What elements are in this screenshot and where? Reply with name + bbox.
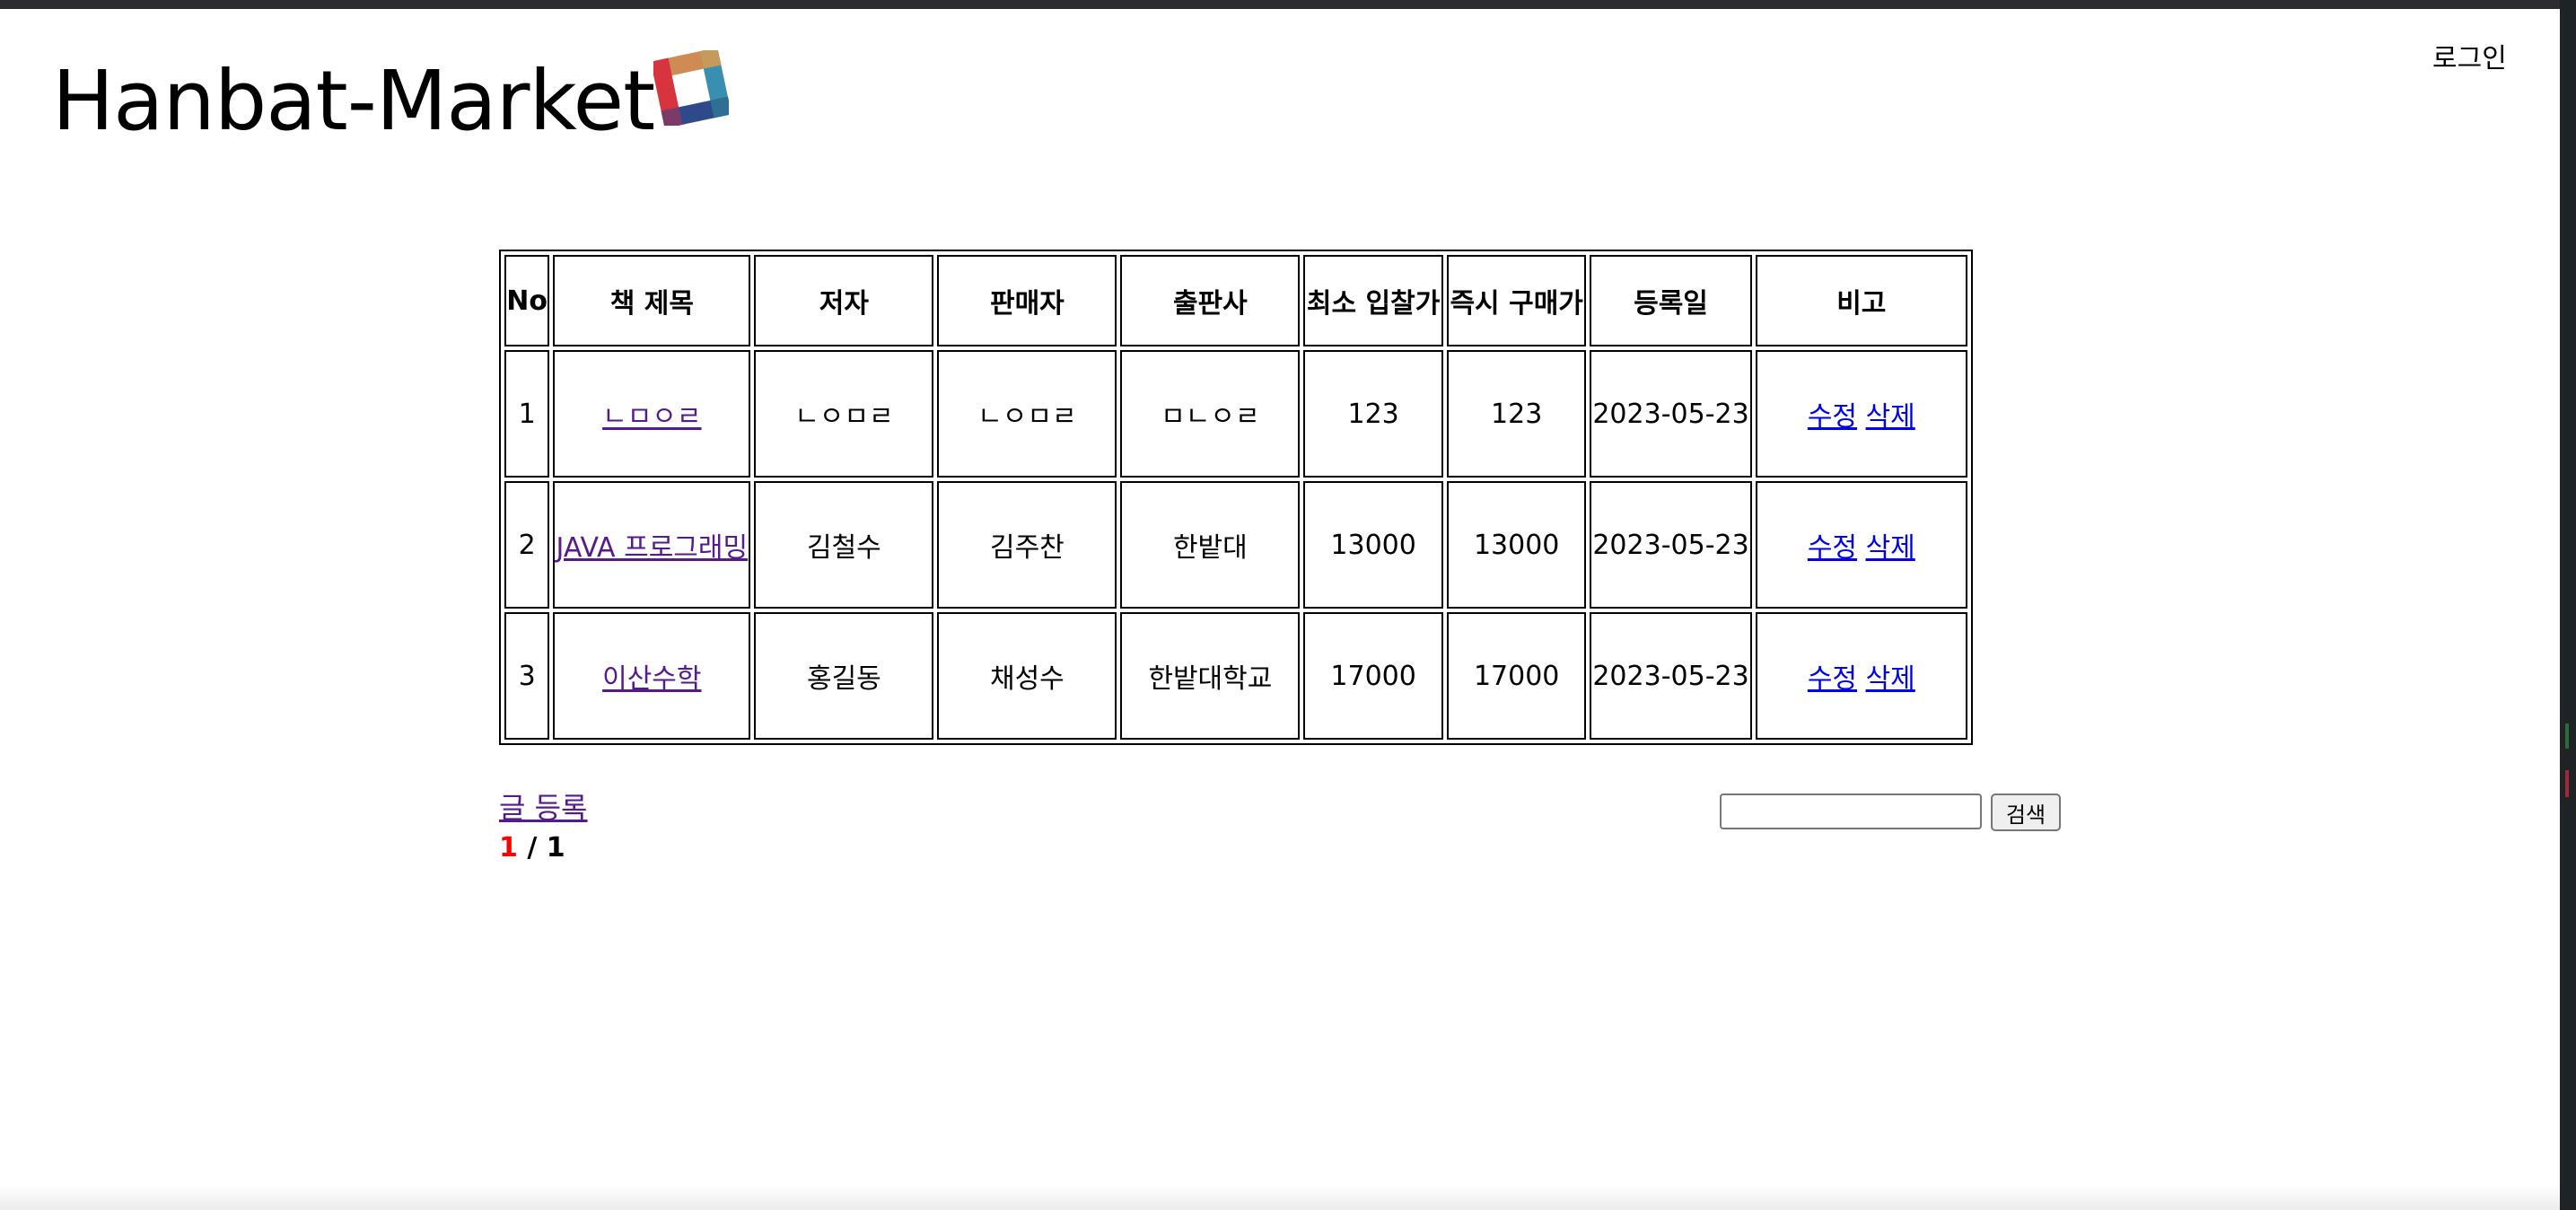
cell-date: 2023-05-23 [1590,612,1752,740]
delete-link[interactable]: 삭제 [1866,401,1915,433]
cell-seller: 채성수 [937,612,1117,740]
cell-min-bid: 17000 [1303,612,1443,740]
column-header-min-bid: 최소 입찰가 [1303,255,1443,346]
table-row: 2 JAVA 프로그래밍 김철수 김주찬 한밭대 13000 13000 202… [504,481,1967,609]
delete-link[interactable]: 삭제 [1866,663,1915,695]
column-header-seller: 판매자 [937,255,1117,346]
cell-buy-now: 123 [1446,350,1587,478]
table-row: 3 이산수학 홍길동 채성수 한밭대학교 17000 17000 2023-05… [504,612,1967,740]
total-pages: 1 [546,832,565,864]
cell-seller: 김주찬 [937,481,1117,609]
current-page: 1 [499,832,518,864]
window-bottom-edge [0,1185,2560,1210]
cell-no: 3 [504,612,550,740]
cell-author: 김철수 [754,481,934,609]
cell-no: 1 [504,350,550,478]
table-row: 1 ㄴㅁㅇㄹ ㄴㅇㅁㄹ ㄴㅇㅁㄹ ㅁㄴㅇㄹ 123 123 2023-05-23… [504,350,1967,478]
cell-date: 2023-05-23 [1590,350,1752,478]
cell-buy-now: 13000 [1446,481,1587,609]
write-post-link[interactable]: 글 등록 [499,790,588,826]
column-header-publisher: 출판사 [1120,255,1301,346]
edit-link[interactable]: 수정 [1808,401,1857,433]
edge-marker [2565,770,2569,797]
delete-link[interactable]: 삭제 [1866,532,1915,564]
edge-marker [2565,723,2569,749]
cell-publisher: 한밭대학교 [1120,612,1301,740]
square-ring-logo-icon [653,50,729,126]
login-link[interactable]: 로그인 [2432,41,2507,77]
cell-title: JAVA 프로그래밍 [553,481,751,609]
pagination: 1 / 1 [499,831,565,865]
cell-min-bid: 13000 [1303,481,1443,609]
cell-buy-now: 17000 [1446,612,1587,740]
site-title: Hanbat-Market [52,53,655,149]
book-table: No 책 제목 저자 판매자 출판사 최소 입찰가 즉시 구매가 등록일 비고 … [499,250,1973,745]
edit-link[interactable]: 수정 [1808,532,1857,564]
search-input[interactable] [1720,794,1982,829]
cell-remarks: 수정 삭제 [1755,481,1967,609]
column-header-date: 등록일 [1590,255,1752,346]
page-separator: / [517,832,547,864]
column-header-buy-now: 즉시 구매가 [1446,255,1587,346]
column-header-author: 저자 [754,255,934,346]
cell-publisher: 한밭대 [1120,481,1301,609]
table-header-row: No 책 제목 저자 판매자 출판사 최소 입찰가 즉시 구매가 등록일 비고 [504,255,1967,346]
window-top-bar [0,0,2576,9]
book-title-link[interactable]: JAVA 프로그래밍 [556,532,749,564]
cell-remarks: 수정 삭제 [1755,612,1967,740]
window-right-edge [2560,0,2576,1210]
cell-min-bid: 123 [1303,350,1443,478]
book-title-link[interactable]: 이산수학 [602,663,701,695]
cell-title: 이산수학 [553,612,751,740]
column-header-no: No [504,255,550,346]
cell-title: ㄴㅁㅇㄹ [553,350,751,478]
cell-author: 홍길동 [754,612,934,740]
cell-remarks: 수정 삭제 [1755,350,1967,478]
cell-author: ㄴㅇㅁㄹ [754,350,934,478]
cell-seller: ㄴㅇㅁㄹ [937,350,1117,478]
column-header-title: 책 제목 [553,255,751,346]
search-button[interactable]: 검색 [1991,794,2061,831]
column-header-remarks: 비고 [1755,255,1967,346]
cell-no: 2 [504,481,550,609]
book-title-link[interactable]: ㄴㅁㅇㄹ [602,401,701,433]
cell-date: 2023-05-23 [1590,481,1752,609]
edit-link[interactable]: 수정 [1808,663,1857,695]
cell-publisher: ㅁㄴㅇㄹ [1120,350,1301,478]
